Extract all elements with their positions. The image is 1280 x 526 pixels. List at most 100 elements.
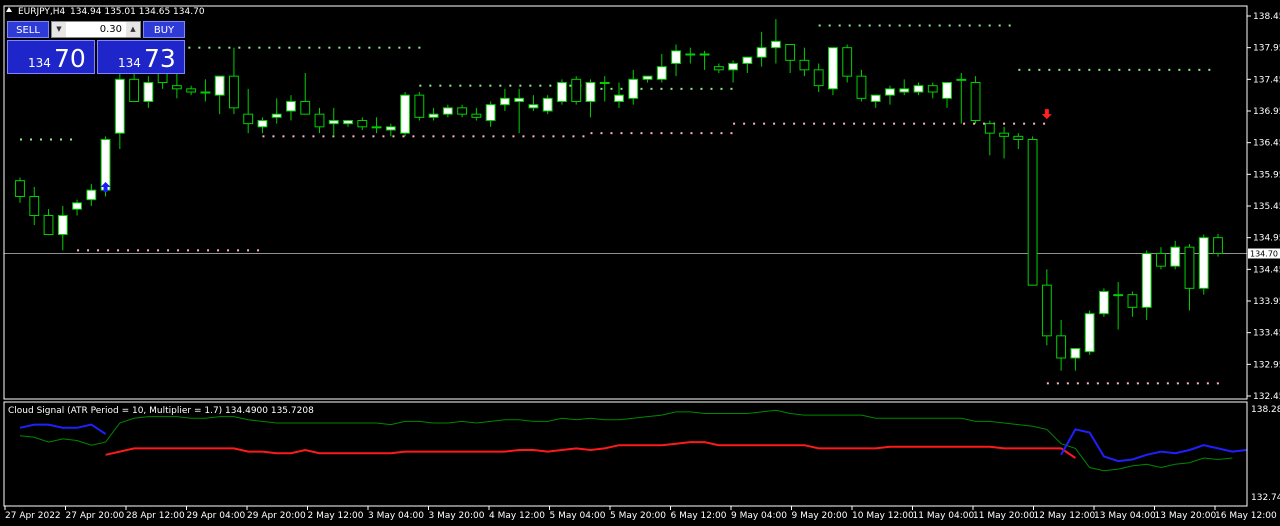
indicator-chart[interactable] <box>19 409 1247 472</box>
candle-body[interactable] <box>956 78 967 81</box>
candle-body[interactable] <box>1041 284 1052 337</box>
candle-body[interactable] <box>713 66 724 71</box>
chevron-down-icon[interactable]: ▼ <box>52 22 66 37</box>
candle-body[interactable] <box>328 120 339 125</box>
candle-body[interactable] <box>999 132 1009 137</box>
candle-body[interactable] <box>314 113 325 128</box>
candle-body[interactable] <box>856 75 867 99</box>
candle-body[interactable] <box>86 189 97 201</box>
sell-button[interactable]: SELL <box>7 21 49 38</box>
candle-body[interactable] <box>842 47 853 77</box>
candle-body[interactable] <box>186 88 197 93</box>
candle-body[interactable] <box>571 78 582 103</box>
candle-body[interactable] <box>414 94 425 118</box>
candle-body[interactable] <box>428 113 439 118</box>
candle-body[interactable] <box>385 126 396 131</box>
candle-body[interactable] <box>813 69 824 87</box>
candle-body[interactable] <box>357 120 368 128</box>
candle-body[interactable] <box>1184 246 1195 289</box>
candle-body[interactable] <box>72 202 82 210</box>
candle-body[interactable] <box>885 88 895 96</box>
candle-body[interactable] <box>271 113 282 118</box>
candle-body[interactable] <box>257 120 268 128</box>
candle-body[interactable] <box>114 78 125 134</box>
price-chart[interactable] <box>4 19 1247 385</box>
candle-body[interactable] <box>557 82 567 102</box>
chart-canvas[interactable]: 138.45 137.95 137.45 136.95 136.45 135.95 135.… <box>0 0 1280 526</box>
candle-body[interactable] <box>1013 135 1024 140</box>
candle-body[interactable] <box>870 94 881 102</box>
candle-body[interactable] <box>1027 139 1038 286</box>
candle-body[interactable] <box>799 59 810 71</box>
candle-body[interactable] <box>984 123 995 134</box>
resistance-dot <box>838 24 841 27</box>
resistance-dot <box>1108 68 1111 71</box>
candle-body[interactable] <box>457 107 468 115</box>
buy-price[interactable]: 134 73 <box>97 40 185 74</box>
lot-size-input[interactable]: ▼ 0.30 ▲ <box>51 21 141 38</box>
candle-body[interactable] <box>471 113 482 118</box>
sell-price[interactable]: 134 70 <box>7 40 95 74</box>
candle-body[interactable] <box>585 82 596 102</box>
candle-body[interactable] <box>1141 253 1152 308</box>
candle-body[interactable] <box>300 101 311 115</box>
candle-body[interactable] <box>129 78 140 103</box>
candle-body[interactable] <box>514 97 525 103</box>
candle-body[interactable] <box>43 215 54 235</box>
candle-body[interactable] <box>528 104 539 109</box>
candle-body[interactable] <box>899 88 910 93</box>
resistance-dot <box>398 46 401 49</box>
candle-body[interactable] <box>656 66 667 80</box>
candle-body[interactable] <box>371 126 382 129</box>
candle-body[interactable] <box>15 180 25 198</box>
candle-body[interactable] <box>542 97 553 112</box>
candle-body[interactable] <box>29 196 40 216</box>
candle-body[interactable] <box>828 47 838 90</box>
candle-body[interactable] <box>1198 237 1209 289</box>
candle-body[interactable] <box>970 82 981 121</box>
candle-body[interactable] <box>913 85 924 93</box>
candle-body[interactable] <box>599 82 610 84</box>
candle-body[interactable] <box>1098 291 1109 315</box>
support-dot <box>630 132 633 135</box>
candle-body[interactable] <box>614 94 624 102</box>
candle-body[interactable] <box>728 63 739 71</box>
candle-body[interactable] <box>1113 294 1124 297</box>
candle-body[interactable] <box>699 53 710 56</box>
candle-body[interactable] <box>243 113 254 125</box>
candle-body[interactable] <box>685 53 696 56</box>
candle-body[interactable] <box>927 85 938 93</box>
candle-body[interactable] <box>171 85 182 90</box>
resistance-dot <box>660 87 663 90</box>
candle-body[interactable] <box>756 47 767 58</box>
candle-body[interactable] <box>1170 246 1181 267</box>
candle-body[interactable] <box>942 82 952 99</box>
chevron-up-icon[interactable]: ▲ <box>126 22 140 37</box>
candle-body[interactable] <box>1056 335 1067 359</box>
candle-body[interactable] <box>742 56 753 65</box>
candle-body[interactable] <box>671 50 681 64</box>
candle-body[interactable] <box>785 44 796 61</box>
candle-body[interactable] <box>400 94 410 134</box>
candle-body[interactable] <box>229 75 239 109</box>
candle-body[interactable] <box>1156 253 1166 267</box>
candle-body[interactable] <box>286 101 296 112</box>
triangle-up-icon[interactable] <box>6 7 12 12</box>
candle-body[interactable] <box>485 104 496 121</box>
candle-body[interactable] <box>57 215 68 235</box>
candle-body[interactable] <box>1070 348 1081 359</box>
candle-body[interactable] <box>770 40 781 49</box>
candle-body[interactable] <box>628 78 639 99</box>
support-dot <box>763 122 766 125</box>
candle-body[interactable] <box>1084 313 1095 353</box>
candle-body[interactable] <box>499 97 510 106</box>
candle-body[interactable] <box>200 91 211 94</box>
candle-body[interactable] <box>343 120 353 125</box>
candle-body[interactable] <box>1127 294 1138 308</box>
candle-body[interactable] <box>1213 237 1223 255</box>
candle-body[interactable] <box>642 75 653 80</box>
candle-body[interactable] <box>214 75 225 96</box>
buy-button[interactable]: BUY <box>143 21 185 38</box>
candle-body[interactable] <box>143 82 154 102</box>
candle-body[interactable] <box>442 107 453 115</box>
